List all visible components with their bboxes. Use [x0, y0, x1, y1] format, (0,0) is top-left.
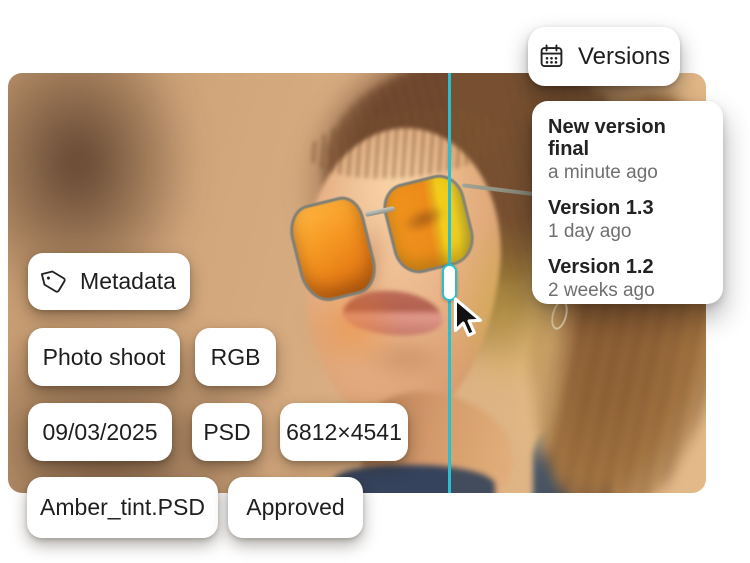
- metadata-tag-date[interactable]: 09/03/2025: [28, 403, 172, 461]
- metadata-tag-photo-shoot[interactable]: Photo shoot: [28, 328, 180, 386]
- metadata-tag-filename[interactable]: Amber_tint.PSD: [27, 477, 218, 538]
- version-name: Version 1.2: [548, 256, 707, 278]
- calendar-icon: [538, 43, 565, 70]
- asset-review-screen: Versions New version final a minute ago …: [0, 0, 750, 563]
- metadata-tag-dimensions[interactable]: 6812×4541: [280, 403, 408, 461]
- version-name: Version 1.3: [548, 197, 707, 219]
- metadata-tag-status[interactable]: Approved: [228, 477, 363, 538]
- versions-button[interactable]: Versions: [528, 27, 680, 86]
- tag-icon: [39, 266, 71, 298]
- versions-button-label: Versions: [578, 43, 670, 71]
- version-item[interactable]: Version 1.3 1 day ago: [548, 197, 707, 243]
- version-name: New version final: [548, 116, 707, 160]
- versions-panel: New version final a minute ago Version 1…: [532, 101, 723, 304]
- version-item[interactable]: New version final a minute ago: [548, 116, 707, 184]
- version-item[interactable]: Version 1.2 2 weeks ago: [548, 256, 707, 302]
- comparison-slider-handle[interactable]: [442, 264, 457, 301]
- version-time: a minute ago: [548, 163, 707, 184]
- metadata-button-label: Metadata: [80, 268, 176, 295]
- metadata-button[interactable]: Metadata: [28, 253, 190, 310]
- metadata-tag-color-mode[interactable]: RGB: [195, 328, 276, 386]
- mouse-pointer-icon: [452, 297, 484, 341]
- metadata-tag-format[interactable]: PSD: [192, 403, 262, 461]
- closed-eye-shadow: [398, 200, 450, 238]
- version-time: 1 day ago: [548, 222, 707, 243]
- version-time: 2 weeks ago: [548, 281, 707, 302]
